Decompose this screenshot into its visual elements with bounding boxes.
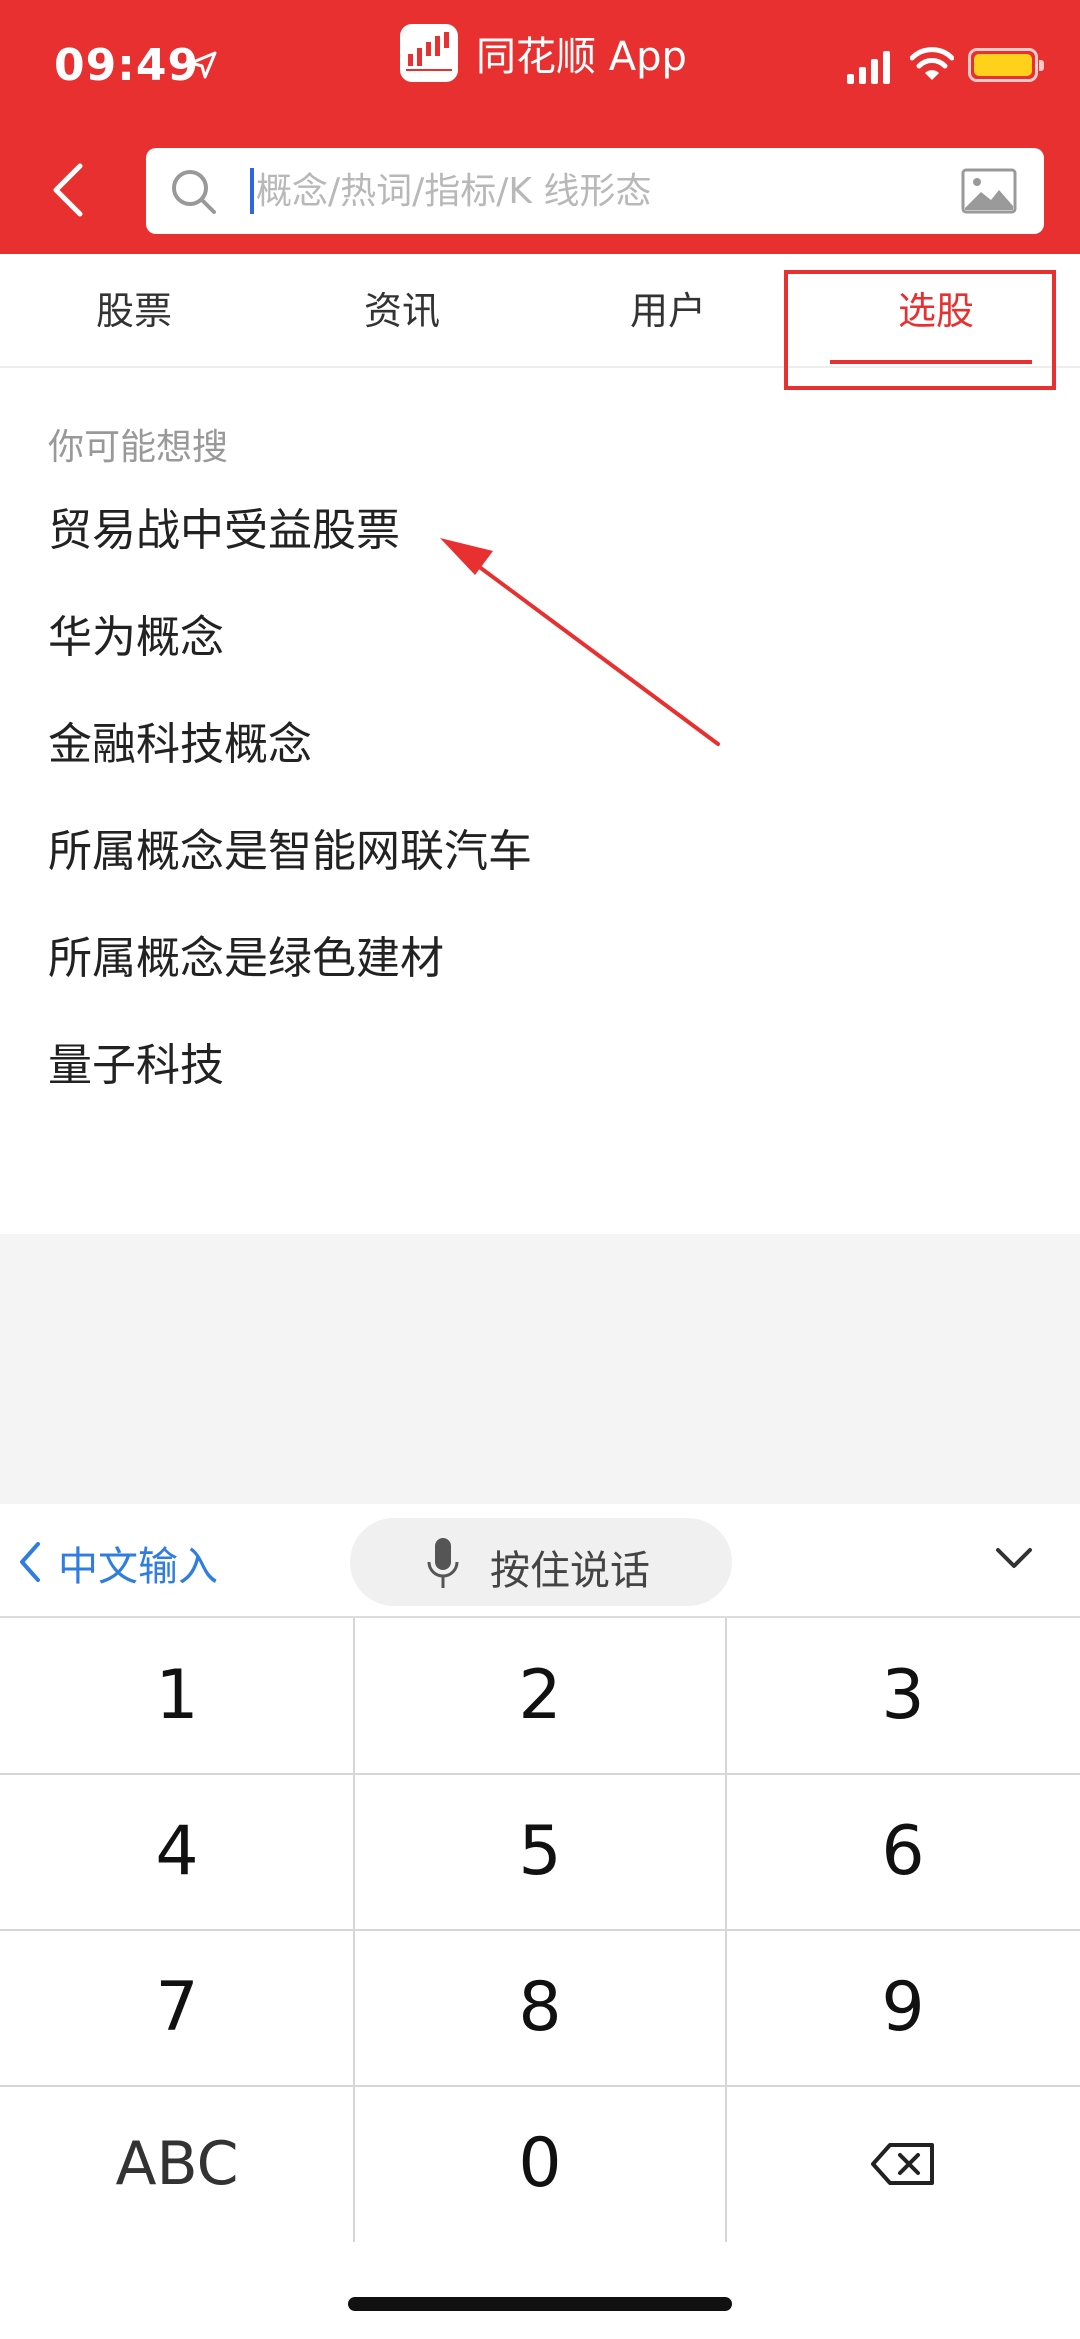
text-cursor [250, 168, 254, 214]
key-4[interactable]: 4 [0, 1774, 354, 1929]
key-1[interactable]: 1 [0, 1618, 354, 1773]
numeric-keypad: 1 2 3 4 5 6 7 8 9 ABC 0 [0, 1618, 1080, 2242]
search-bar[interactable] [146, 148, 1044, 234]
suggestion-list: 贸易战中受益股票 华为概念 金融科技概念 所属概念是智能网联汽车 所属概念是绿色… [48, 492, 532, 1134]
app-title-group: 同花顺 App [400, 18, 687, 88]
chevron-left-icon[interactable] [14, 1538, 44, 1586]
key-3[interactable]: 3 [726, 1618, 1080, 1773]
cellular-signal-icon [847, 51, 890, 84]
key-0[interactable]: 0 [363, 2086, 717, 2241]
tab-news[interactable]: 资讯 [302, 254, 502, 368]
suggestion-item[interactable]: 金融科技概念 [48, 706, 532, 813]
voice-input-button[interactable]: 按住说话 [350, 1518, 732, 1606]
battery-level [974, 54, 1032, 76]
key-9[interactable]: 9 [726, 1930, 1080, 2085]
wifi-icon [910, 47, 954, 80]
location-arrow-icon [189, 51, 217, 79]
tab-stocks[interactable]: 股票 [34, 254, 234, 368]
suggestions-label: 你可能想搜 [48, 427, 229, 468]
home-indicator[interactable] [348, 2297, 732, 2311]
key-8[interactable]: 8 [363, 1930, 717, 2085]
app-header: 09:49 同花顺 App [0, 0, 1080, 254]
battery-icon [968, 48, 1044, 82]
image-search-icon[interactable] [961, 168, 1017, 214]
back-button[interactable] [40, 150, 100, 230]
microphone-icon [427, 1538, 459, 1588]
key-divider [0, 1929, 1080, 1931]
key-6[interactable]: 6 [726, 1774, 1080, 1929]
backspace-icon [871, 2142, 934, 2185]
search-icon [172, 170, 216, 214]
keyboard-toolbar: 中文输入 按住说话 [0, 1504, 1080, 1618]
key-abc[interactable]: ABC [0, 2086, 354, 2241]
key-7[interactable]: 7 [0, 1930, 354, 2085]
key-5[interactable]: 5 [363, 1774, 717, 1929]
search-input[interactable] [256, 148, 956, 234]
key-divider [0, 1773, 1080, 1775]
app-logo-icon [400, 24, 458, 82]
app-title: 同花顺 App [476, 34, 687, 80]
suggestion-item[interactable]: 所属概念是绿色建材 [48, 920, 532, 1027]
voice-input-label: 按住说话 [490, 1548, 650, 1594]
key-divider [0, 2085, 1080, 2087]
status-time: 09:49 [54, 40, 200, 91]
tab-highlight-box [784, 270, 1056, 390]
input-language-switch[interactable]: 中文输入 [58, 1534, 218, 1592]
key-2[interactable]: 2 [363, 1618, 717, 1773]
tab-users[interactable]: 用户 [568, 254, 768, 368]
delete-key[interactable] [726, 2086, 1080, 2241]
empty-area [0, 1234, 1080, 1504]
suggestion-item[interactable]: 华为概念 [48, 599, 532, 706]
chevron-down-icon[interactable] [994, 1544, 1034, 1574]
suggestion-item[interactable]: 量子科技 [48, 1027, 532, 1134]
suggestion-item[interactable]: 贸易战中受益股票 [48, 492, 532, 599]
suggestion-item[interactable]: 所属概念是智能网联汽车 [48, 813, 532, 920]
